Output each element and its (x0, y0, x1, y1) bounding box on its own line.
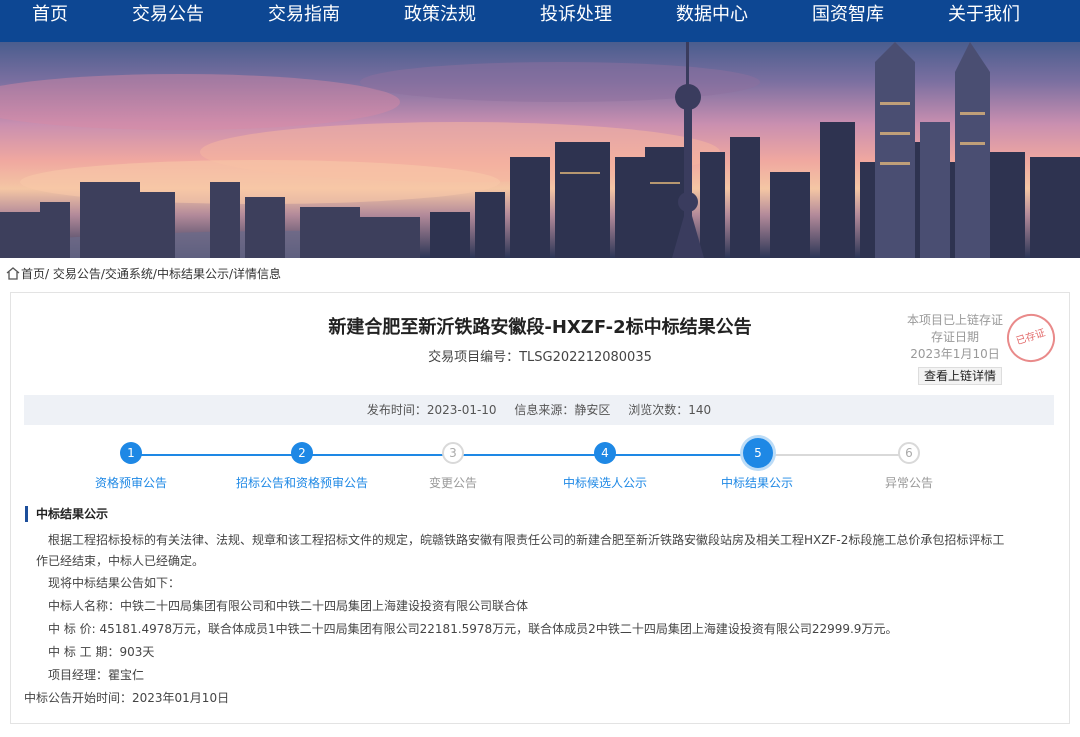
top-nav: 首页 交易公告 交易指南 政策法规 投诉处理 数据中心 国资智库 关于我们 (0, 0, 1080, 42)
step-5-label[interactable]: 中标结果公示 (687, 475, 827, 491)
step-2-label[interactable]: 招标公告和资格预审公告 (231, 475, 373, 491)
breadcrumb-home[interactable]: 首页 (21, 266, 45, 282)
award-period: 中 标 工 期：903天 (48, 645, 155, 659)
project-manager: 项目经理：瞿宝仁 (48, 668, 145, 682)
view-chain-detail-button[interactable]: 查看上链详情 (918, 367, 1002, 385)
step-2-circle: 2 (291, 442, 313, 464)
step-4-label[interactable]: 中标候选人公示 (535, 475, 675, 491)
breadcrumb-trade-notice[interactable]: / 交易公告 (45, 266, 101, 282)
step-4-circle: 4 (594, 442, 616, 464)
process-steps: 1 2 3 4 5 6 资格预审公告 招标公告和资格预审公告 变更公告 中标候选… (0, 430, 1080, 500)
blockchain-line2: 存证日期 (930, 330, 979, 344)
meta-bar: 发布时间：2023-01-10 信息来源：静安区 浏览次数：140 (24, 395, 1054, 425)
breadcrumb-award-result[interactable]: /中标结果公示 (153, 266, 229, 282)
step-5-circle: 5 (743, 438, 773, 468)
blockchain-line1: 本项目已上链存证 (906, 313, 1003, 327)
award-price: 中 标 价: 45181.4978万元，联合体成员1中铁二十四局集团有限公司22… (48, 622, 898, 636)
view-count: 浏览次数：140 (628, 403, 712, 417)
step-1-circle: 1 (120, 442, 142, 464)
step-1-label[interactable]: 资格预审公告 (61, 475, 201, 491)
step-3-label: 变更公告 (428, 476, 477, 490)
winner-name: 中标人名称：中铁二十四局集团有限公司和中铁二十四局集团上海建设投资有限公司联合体 (48, 599, 529, 613)
info-source: 信息来源：静安区 (514, 403, 611, 417)
nav-trade-guide[interactable]: 交易指南 (249, 0, 359, 42)
nav-about[interactable]: 关于我们 (929, 0, 1039, 42)
nav-think-tank[interactable]: 国资智库 (793, 0, 903, 42)
nav-home[interactable]: 首页 (0, 0, 105, 42)
step-6-circle: 6 (898, 442, 920, 464)
intro-line-2: 作已经结束，中标人已经确定。 (36, 554, 205, 568)
blockchain-date: 2023年1月10日 (910, 347, 1000, 361)
step-6-label: 异常公告 (884, 476, 933, 490)
section-heading: 中标结果公示 (25, 506, 108, 522)
step-connector (131, 454, 302, 456)
nav-policy[interactable]: 政策法规 (385, 0, 495, 42)
step-connector (453, 454, 605, 456)
publish-time: 发布时间：2023-01-10 (366, 403, 497, 417)
notice-start-time: 中标公告开始时间：2023年01月10日 (24, 691, 230, 705)
step-3-circle: 3 (442, 442, 464, 464)
breadcrumb-transport[interactable]: /交通系统 (101, 266, 153, 282)
nav-trade-notice[interactable]: 交易公告 (113, 0, 223, 42)
step-connector (757, 454, 909, 456)
intro-line-1: 根据工程招标投标的有关法律、法规、规章和该工程招标文件的规定，皖赣铁路安徽有限责… (48, 533, 1005, 547)
nav-complaint[interactable]: 投诉处理 (521, 0, 631, 42)
city-skyline-banner (0, 42, 1080, 258)
announce-text: 现将中标结果公告如下： (48, 576, 181, 590)
step-connector (605, 454, 757, 456)
breadcrumb-detail: /详情信息 (228, 267, 282, 281)
nav-data-center[interactable]: 数据中心 (657, 0, 767, 42)
step-connector (302, 454, 453, 456)
blockchain-info: 本项目已上链存证 存证日期 2023年1月10日 (890, 312, 1020, 363)
breadcrumb: 首页/ 交易公告 /交通系统 /中标结果公示 /详情信息 (6, 266, 281, 282)
home-icon[interactable] (6, 267, 20, 280)
